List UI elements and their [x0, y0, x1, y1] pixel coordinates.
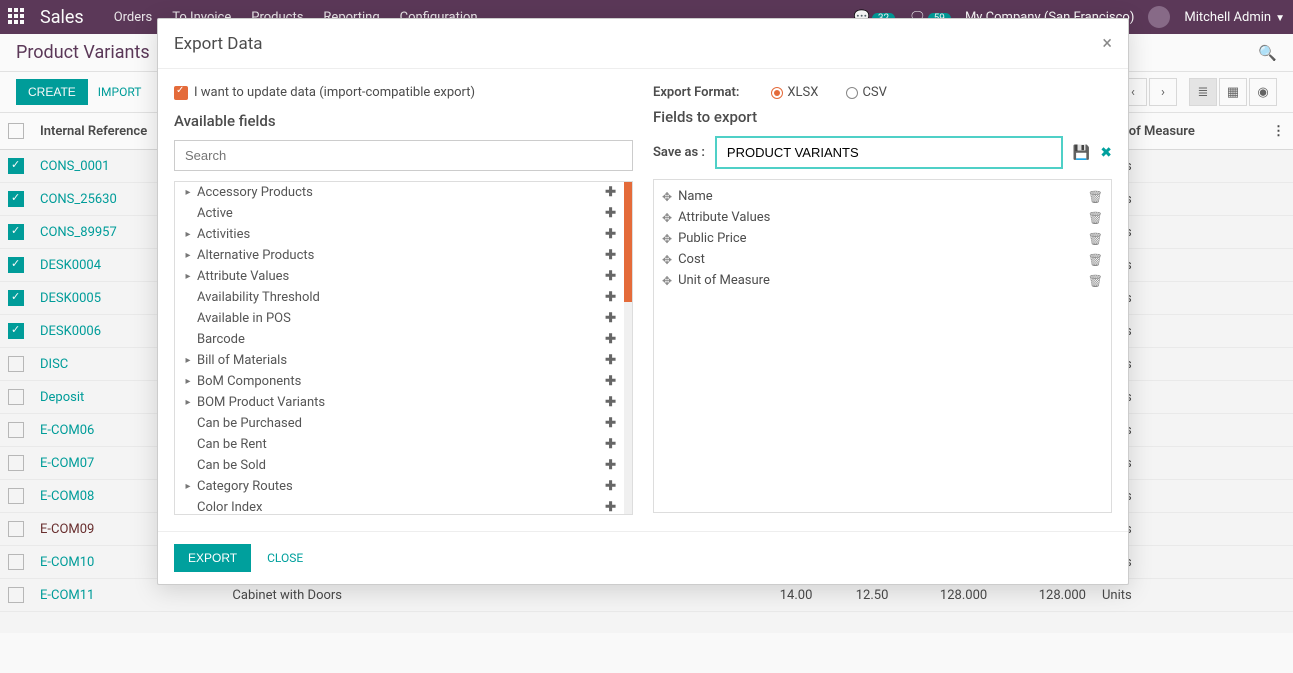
scrollbar-thumb[interactable] — [624, 182, 632, 302]
field-item[interactable]: ▸Activities✚ — [175, 224, 632, 245]
save-icon[interactable]: 💾 — [1073, 145, 1090, 161]
add-field-icon[interactable]: ✚ — [605, 332, 616, 347]
add-field-icon[interactable]: ✚ — [605, 311, 616, 326]
export-field-item[interactable]: ✥ Cost🗑 — [662, 249, 1103, 270]
add-field-icon[interactable]: ✚ — [605, 458, 616, 473]
add-field-icon[interactable]: ✚ — [605, 500, 616, 515]
field-label: Can be Sold — [195, 458, 605, 473]
field-item[interactable]: ▸Availability Threshold✚ — [175, 287, 632, 308]
field-item[interactable]: ▸BoM Components✚ — [175, 371, 632, 392]
update-checkbox[interactable] — [174, 86, 188, 100]
available-fields-title: Available fields — [174, 112, 633, 130]
field-item[interactable]: ▸Barcode✚ — [175, 329, 632, 350]
fields-to-export-title: Fields to export — [653, 108, 1112, 126]
caret-icon: ▸ — [181, 481, 195, 492]
cancel-icon[interactable]: ✖ — [1100, 145, 1112, 161]
export-format-label: Export Format: — [653, 85, 739, 100]
drag-icon[interactable]: ✥ — [662, 232, 672, 246]
drag-icon[interactable]: ✥ — [662, 253, 672, 267]
drag-icon[interactable]: ✥ — [662, 211, 672, 225]
add-field-icon[interactable]: ✚ — [605, 206, 616, 221]
close-button[interactable]: CLOSE — [263, 544, 307, 572]
radio-csv[interactable] — [846, 87, 858, 99]
add-field-icon[interactable]: ✚ — [605, 395, 616, 410]
add-field-icon[interactable]: ✚ — [605, 437, 616, 452]
field-label: Alternative Products — [195, 248, 605, 263]
export-field-label: Name — [678, 189, 1088, 204]
field-label: Availability Threshold — [195, 290, 605, 305]
trash-icon[interactable]: 🗑 — [1088, 274, 1103, 288]
caret-icon: ▸ — [181, 187, 195, 198]
field-label: Activities — [195, 227, 605, 242]
field-item[interactable]: ▸Attribute Values✚ — [175, 266, 632, 287]
export-field-label: Attribute Values — [678, 210, 1088, 225]
trash-icon[interactable]: 🗑 — [1088, 253, 1103, 267]
caret-icon: ▸ — [181, 271, 195, 282]
field-label: Category Routes — [195, 479, 605, 494]
export-fields-list[interactable]: ✥Name🗑✥Attribute Values🗑✥Public Price🗑✥C… — [653, 179, 1112, 513]
trash-icon[interactable]: 🗑 — [1088, 232, 1103, 246]
field-item[interactable]: ▸Can be Sold✚ — [175, 455, 632, 476]
saveas-label: Save as : — [653, 145, 705, 160]
modal-title: Export Data — [174, 34, 263, 54]
export-field-item[interactable]: ✥ Attribute Values🗑 — [662, 207, 1103, 228]
caret-icon: ▸ — [181, 355, 195, 366]
field-label: Color Index — [195, 500, 605, 515]
trash-icon[interactable]: 🗑 — [1088, 190, 1103, 204]
field-item[interactable]: ▸Bill of Materials✚ — [175, 350, 632, 371]
add-field-icon[interactable]: ✚ — [605, 185, 616, 200]
saveas-input[interactable] — [715, 136, 1063, 169]
trash-icon[interactable]: 🗑 — [1088, 211, 1103, 225]
export-field-item[interactable]: ✥ Name🗑 — [662, 186, 1103, 207]
field-item[interactable]: ▸Can be Purchased✚ — [175, 413, 632, 434]
add-field-icon[interactable]: ✚ — [605, 248, 616, 263]
field-label: Available in POS — [195, 311, 605, 326]
field-label: Attribute Values — [195, 269, 605, 284]
field-label: BOM Product Variants — [195, 395, 605, 410]
add-field-icon[interactable]: ✚ — [605, 374, 616, 389]
field-label: Accessory Products — [195, 185, 605, 200]
field-item[interactable]: ▸Color Index✚ — [175, 497, 632, 515]
caret-icon: ▸ — [181, 376, 195, 387]
field-item[interactable]: ▸Category Routes✚ — [175, 476, 632, 497]
export-modal: Export Data × I want to update data (imp… — [157, 18, 1129, 585]
caret-icon: ▸ — [181, 397, 195, 408]
field-label: BoM Components — [195, 374, 605, 389]
caret-icon: ▸ — [181, 250, 195, 261]
close-icon[interactable]: × — [1102, 33, 1112, 54]
field-item[interactable]: ▸BOM Product Variants✚ — [175, 392, 632, 413]
add-field-icon[interactable]: ✚ — [605, 479, 616, 494]
add-field-icon[interactable]: ✚ — [605, 227, 616, 242]
radio-xlsx[interactable] — [771, 87, 783, 99]
update-label: I want to update data (import-compatible… — [194, 85, 475, 100]
add-field-icon[interactable]: ✚ — [605, 290, 616, 305]
search-input[interactable] — [174, 140, 633, 171]
field-item[interactable]: ▸Accessory Products✚ — [175, 182, 632, 203]
drag-icon[interactable]: ✥ — [662, 274, 672, 288]
field-item[interactable]: ▸Active✚ — [175, 203, 632, 224]
field-label: Can be Rent — [195, 437, 605, 452]
field-label: Bill of Materials — [195, 353, 605, 368]
export-field-item[interactable]: ✥ Unit of Measure🗑 — [662, 270, 1103, 291]
available-fields-list[interactable]: ▸Accessory Products✚▸Active✚▸Activities✚… — [174, 181, 633, 515]
add-field-icon[interactable]: ✚ — [605, 269, 616, 284]
field-label: Active — [195, 206, 605, 221]
add-field-icon[interactable]: ✚ — [605, 416, 616, 431]
field-item[interactable]: ▸Can be Rent✚ — [175, 434, 632, 455]
caret-icon: ▸ — [181, 229, 195, 240]
drag-icon[interactable]: ✥ — [662, 190, 672, 204]
add-field-icon[interactable]: ✚ — [605, 353, 616, 368]
export-field-label: Cost — [678, 252, 1088, 267]
field-label: Barcode — [195, 332, 605, 347]
field-label: Can be Purchased — [195, 416, 605, 431]
field-item[interactable]: ▸Alternative Products✚ — [175, 245, 632, 266]
export-field-item[interactable]: ✥ Public Price🗑 — [662, 228, 1103, 249]
field-item[interactable]: ▸Available in POS✚ — [175, 308, 632, 329]
export-field-label: Unit of Measure — [678, 273, 1088, 288]
export-button[interactable]: EXPORT — [174, 544, 251, 572]
export-field-label: Public Price — [678, 231, 1088, 246]
